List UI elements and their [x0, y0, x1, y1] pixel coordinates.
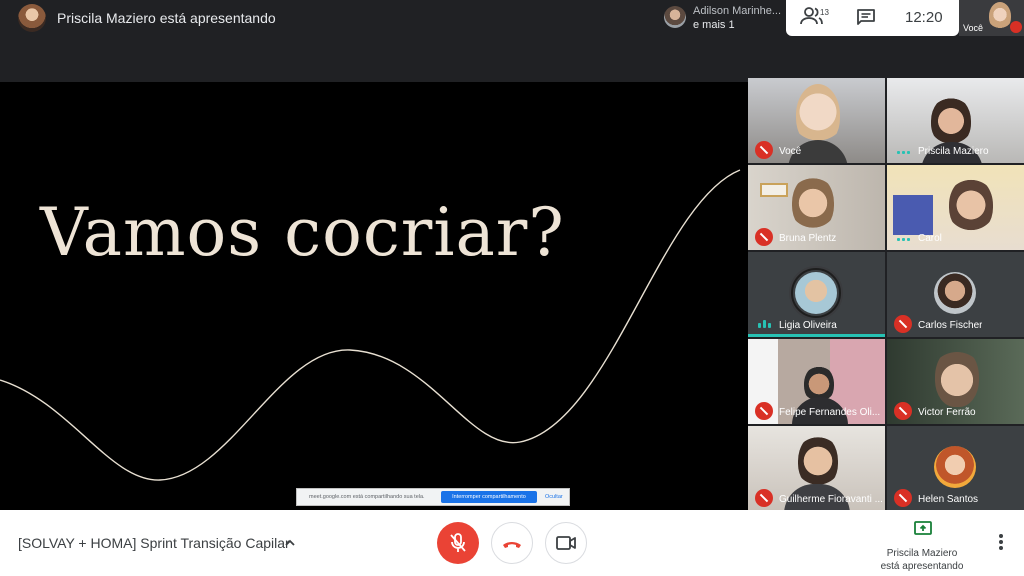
wall-frame	[760, 183, 788, 197]
mic-off-icon	[894, 315, 912, 333]
mic-off-icon	[894, 402, 912, 420]
hang-up-icon	[503, 542, 521, 548]
self-label: Você	[963, 23, 984, 33]
screen-share-bar: meet.google.com está compartilhando sua …	[296, 488, 570, 506]
participant-tile[interactable]: Carol	[887, 165, 1024, 250]
camera-toggle-button[interactable]	[545, 522, 587, 564]
participant-tile[interactable]: Priscila Maziero	[887, 78, 1024, 163]
participant-grid: Você Priscila Maziero Bruna Plentz Carol	[748, 78, 1024, 511]
background-chair	[893, 195, 933, 235]
bottom-bar: [SOLVAY + HOMA] Sprint Transição Capilar	[0, 510, 1024, 576]
participant-avatar	[934, 272, 976, 314]
stop-sharing-button[interactable]: Interromper compartilhamento	[441, 491, 537, 503]
more-options-icon	[999, 534, 1003, 538]
participant-name: Bruna Plentz	[779, 233, 837, 244]
participant-name: Carol	[918, 233, 942, 244]
participant-avatar	[795, 272, 837, 314]
participant-tile[interactable]: Carlos Fischer	[887, 252, 1024, 337]
participant-tile[interactable]: Guilherme Fioravanti ...	[748, 426, 885, 511]
top-controls: 13 12:20	[786, 0, 959, 36]
participant-name: Helen Santos	[918, 494, 979, 505]
participant-name: Priscila Maziero	[918, 146, 989, 157]
participant-video	[798, 434, 838, 488]
participant-video	[796, 84, 840, 146]
participant-name: Victor Ferrão	[918, 407, 976, 418]
active-speaker-bar	[748, 334, 885, 337]
joined-more: e mais 1	[693, 19, 735, 31]
participant-tile[interactable]: Ligia Oliveira	[748, 252, 885, 337]
top-bar: Priscila Maziero está apresentando Adils…	[0, 0, 1024, 82]
mic-off-icon	[755, 489, 773, 507]
self-view-thumbnail[interactable]: Você	[959, 0, 1024, 36]
participant-name: Ligia Oliveira	[779, 320, 837, 331]
meeting-title[interactable]: [SOLVAY + HOMA] Sprint Transição Capilar	[18, 535, 290, 551]
participant-name: Você	[779, 146, 802, 157]
mic-off-icon	[755, 141, 773, 159]
presenting-status-button[interactable]: Priscila Maziero está apresentando	[870, 518, 974, 572]
decorative-wave	[0, 169, 741, 481]
chevron-up-icon	[285, 539, 295, 546]
mic-off-icon	[1010, 21, 1022, 33]
audio-level-icon	[897, 233, 911, 241]
mic-off-icon	[755, 228, 773, 246]
more-options-button[interactable]	[994, 532, 1008, 554]
presenter-title: Priscila Maziero está apresentando	[57, 10, 276, 26]
participant-tile[interactable]: Felipe Fernandes Oli...	[748, 339, 885, 424]
participant-video	[931, 96, 971, 146]
hide-share-bar-button[interactable]: Ocultar	[545, 494, 563, 500]
present-screen-icon	[914, 521, 932, 535]
audio-level-icon	[897, 146, 911, 154]
meet-window: Priscila Maziero está apresentando Adils…	[0, 0, 1024, 576]
clock: 12:20	[905, 9, 943, 26]
participant-avatar	[934, 446, 976, 488]
mic-off-icon	[450, 533, 466, 552]
video-camera-icon	[556, 536, 576, 550]
presenter-status: está apresentando	[880, 561, 964, 572]
participant-name: Carlos Fischer	[918, 320, 983, 331]
microphone-toggle-button[interactable]	[437, 522, 479, 564]
share-message: meet.google.com está compartilhando sua …	[309, 494, 425, 500]
leave-call-button[interactable]	[491, 522, 533, 564]
participant-tile[interactable]: Victor Ferrão	[887, 339, 1024, 424]
participant-tile[interactable]: Bruna Plentz	[748, 165, 885, 250]
people-count: 13	[820, 8, 829, 17]
joined-avatar	[664, 6, 686, 28]
mic-off-icon	[894, 489, 912, 507]
presenter-name: Priscila Maziero	[886, 548, 958, 559]
joined-name: Adilson Marinhe...	[693, 5, 782, 17]
chat-button[interactable]	[856, 8, 878, 28]
participant-video	[792, 175, 834, 231]
mic-off-icon	[755, 402, 773, 420]
chat-icon	[857, 9, 875, 25]
self-face	[989, 2, 1011, 30]
participant-tile[interactable]: Você	[748, 78, 885, 163]
participant-name: Felipe Fernandes Oli...	[779, 407, 881, 418]
participant-video	[935, 347, 979, 407]
participant-video	[949, 177, 993, 233]
participant-name: Guilherme Fioravanti ...	[779, 494, 883, 505]
presenter-avatar	[18, 4, 46, 32]
slide-title: Vamos cocriar?	[40, 194, 565, 271]
participant-tile[interactable]: Helen Santos	[887, 426, 1024, 511]
audio-level-icon	[758, 320, 772, 328]
joined-notification[interactable]: Adilson Marinhe... e mais 1	[656, 0, 786, 36]
presentation-screen: Vamos cocriar? meet.google.com está comp…	[0, 82, 748, 510]
meeting-details-button[interactable]	[283, 536, 297, 550]
